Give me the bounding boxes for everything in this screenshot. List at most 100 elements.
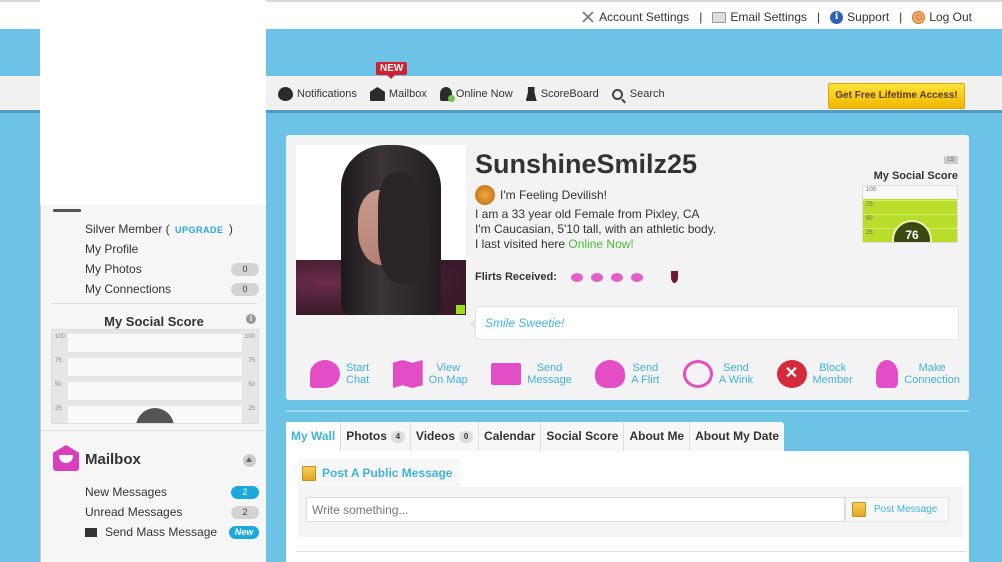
member-links: Silver Member ( UPGRADE ) My Profile My …	[85, 219, 259, 299]
log-out-link[interactable]: ⏻ Log Out	[912, 10, 972, 24]
mailbox-list: New Messages 2 Unread Messages 2 Send Ma…	[85, 482, 259, 542]
profile-social-score-title: My Social Score	[873, 170, 958, 182]
tab-calendar[interactable]: Calendar	[479, 422, 542, 451]
membership-status: Silver Member ( UPGRADE )	[85, 222, 233, 236]
email-settings-link[interactable]: Email Settings	[712, 10, 807, 24]
sidebar-item-my-connections[interactable]: My Connections 0	[85, 279, 259, 299]
nav-scoreboard[interactable]: ScoreBoard	[525, 87, 599, 101]
block-member-button[interactable]: ✕ Block Member	[776, 360, 853, 388]
sidebar-card: Silver Member ( UPGRADE ) My Profile My …	[40, 205, 267, 562]
speech-bubble-icon	[278, 87, 293, 101]
send-message-button[interactable]: Send Message	[491, 360, 572, 388]
wink-face-icon	[682, 360, 713, 388]
social-score-title: My Social Score	[104, 314, 204, 329]
tick-label: 50	[866, 216, 873, 222]
nav-online-now[interactable]: Online Now	[439, 87, 513, 102]
gift-icon	[610, 272, 623, 282]
wall-post-input[interactable]	[306, 497, 845, 522]
block-x-icon: ✕	[776, 360, 807, 388]
start-chat-button[interactable]: Start Chat	[310, 360, 369, 388]
tick-label: 75	[248, 358, 255, 364]
wine-glass-icon	[670, 271, 678, 283]
count-badge: 4	[390, 430, 405, 443]
sidebar-item-my-profile[interactable]: My Profile	[85, 239, 259, 259]
support-link[interactable]: i Support	[830, 10, 889, 24]
sidebar-item-my-photos[interactable]: My Photos 0	[85, 259, 259, 279]
mailbox-item-new-messages[interactable]: New Messages 2	[85, 482, 259, 502]
tab-my-wall[interactable]: My Wall	[286, 422, 342, 451]
info-icon: i	[830, 10, 844, 24]
tab-photos[interactable]: Photos 4	[341, 422, 411, 451]
upgrade-link[interactable]: UPGRADE	[175, 225, 224, 235]
tab-videos[interactable]: Videos 0	[411, 422, 480, 451]
tick-label: 100	[55, 334, 66, 340]
separator: |	[699, 10, 703, 24]
wall-panel: Post A Public Message Post Message	[286, 451, 969, 562]
tick-label: 75	[55, 358, 62, 364]
tick-label: 25	[866, 230, 873, 236]
count-badge: 2	[231, 505, 259, 519]
tick-label: 100	[244, 334, 255, 340]
nav-mailbox[interactable]: Mailbox	[369, 87, 427, 101]
search-icon	[611, 88, 623, 100]
envelope-icon	[369, 87, 385, 101]
devil-emoji-icon	[475, 185, 495, 205]
separator: |	[899, 10, 903, 24]
mailbox-item-send-mass-message[interactable]: Send Mass Message New	[85, 522, 259, 542]
tick-label: 25	[248, 406, 255, 412]
post-public-message-tab[interactable]: Post A Public Message	[298, 459, 461, 487]
tab-about-me[interactable]: About Me	[624, 422, 691, 451]
make-connection-button[interactable]: Make Connection	[876, 360, 960, 388]
profile-photo[interactable]	[296, 145, 466, 315]
mailbox-title: Mailbox	[85, 451, 141, 468]
divider	[53, 209, 81, 212]
nav-search[interactable]: Search	[611, 88, 665, 100]
power-icon: ⏻	[912, 10, 926, 24]
mailbox-item-unread-messages[interactable]: Unread Messages 2	[85, 502, 259, 522]
envelope-icon	[85, 528, 97, 538]
send-flirt-button[interactable]: Send A Flirt	[595, 360, 659, 388]
count-badge: 0	[459, 430, 474, 443]
note-pencil-icon	[852, 502, 866, 517]
profile-about: I am a 33 year old Female from Pixley, C…	[475, 207, 717, 251]
online-indicator	[456, 305, 465, 314]
divider	[296, 551, 966, 552]
count-badge: 0	[231, 262, 259, 276]
mailbox-icon	[53, 445, 79, 471]
tab-social-score[interactable]: Social Score	[541, 422, 625, 451]
trophy-icon	[525, 87, 537, 101]
account-settings-link[interactable]: Account Settings	[581, 10, 689, 24]
divider	[51, 303, 257, 304]
left-sidebar: Silver Member ( UPGRADE ) My Profile My …	[40, 0, 267, 562]
hearts-icon	[595, 360, 626, 388]
separator: |	[817, 10, 821, 24]
flirt-icon	[590, 272, 603, 282]
divider	[286, 410, 969, 412]
tick-label: 50	[248, 382, 255, 388]
view-on-map-button[interactable]: View On Map	[392, 360, 468, 388]
note-pencil-icon	[302, 465, 316, 481]
profile-tabs: My Wall Photos 4 Videos 0 Calendar Social …	[286, 422, 785, 451]
send-wink-button[interactable]: Send A Wink	[682, 360, 753, 388]
add-connection-icon	[876, 360, 899, 388]
social-score-gauge: 100 75 50 25 100 75 50 25	[51, 329, 259, 424]
collapse-button[interactable]	[243, 454, 256, 467]
username: SunshineSmilz25	[475, 149, 698, 179]
map-icon	[392, 360, 423, 388]
divider	[41, 430, 267, 431]
profile-actions: Start Chat View On Map Send Message Send A F…	[310, 360, 960, 388]
nav-notifications[interactable]: Notifications	[278, 87, 357, 101]
mood: I'm Feeling Devilish!	[475, 185, 607, 205]
tab-about-my-date[interactable]: About My Date	[690, 422, 784, 451]
ls-badge: LS	[944, 156, 958, 164]
flirts-received: Flirts Received:	[475, 271, 678, 283]
post-message-button[interactable]: Post Message	[845, 497, 949, 522]
info-icon[interactable]: i	[246, 314, 256, 324]
count-badge: 2	[231, 485, 259, 499]
hearts-icon	[630, 272, 643, 282]
profile-social-score-gauge: 100 75 50 25 76	[862, 185, 958, 243]
online-status: Online Now!	[568, 237, 634, 251]
chat-bubble-icon	[310, 360, 340, 388]
get-lifetime-access-button[interactable]: Get Free Lifetime Access!	[828, 83, 965, 109]
account-links: Account Settings | Email Settings | i Su…	[581, 10, 972, 24]
